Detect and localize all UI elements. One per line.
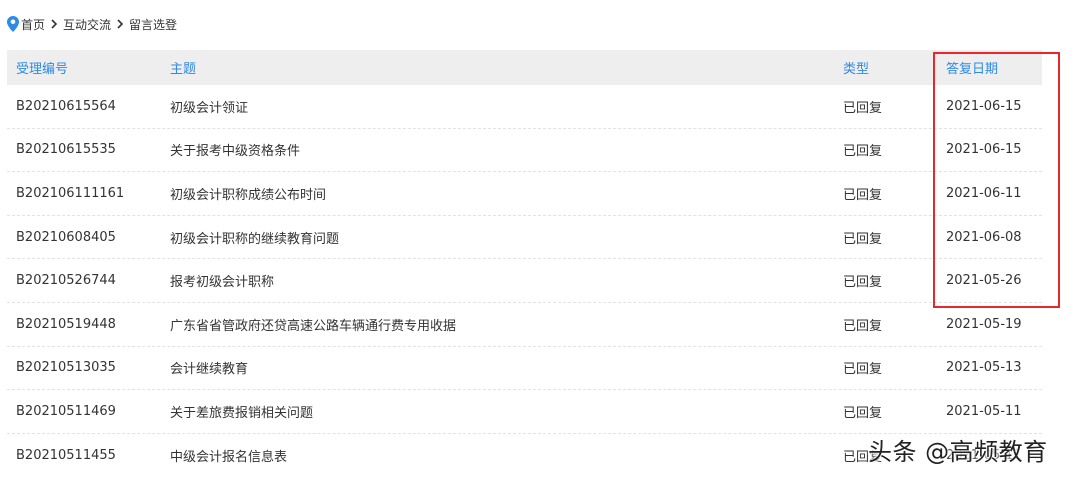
row-type: 已回复 xyxy=(843,362,883,378)
row-subject-link[interactable]: 初级会计领证 xyxy=(170,97,248,116)
row-subject-link[interactable]: 初级会计职称成绩公布时间 xyxy=(170,184,326,203)
chevron-right-icon xyxy=(49,19,59,29)
table-row: B20210615564 初级会计领证 已回复 2021-06-15 xyxy=(7,85,1042,129)
row-type: 已回复 xyxy=(843,405,883,421)
row-type: 已回复 xyxy=(843,275,883,291)
row-date: 2021-06-15 xyxy=(946,98,1022,114)
table-header: 受理编号 主题 类型 答复日期 xyxy=(7,50,1042,85)
row-date: 2021-06-11 xyxy=(946,185,1022,201)
breadcrumb-home-link[interactable]: 首页 xyxy=(21,16,45,33)
row-id: B20210608405 xyxy=(16,229,116,245)
row-id: B202106111161 xyxy=(16,185,125,201)
table-row: B20210511469 关于差旅费报销相关问题 已回复 2021-05-11 xyxy=(7,390,1042,434)
row-subject-link[interactable]: 报考初级会计职称 xyxy=(170,271,274,290)
row-date: 2021-05-26 xyxy=(946,273,1022,289)
row-subject-link[interactable]: 关于报考中级资格条件 xyxy=(170,140,300,159)
row-date: 2021-05-19 xyxy=(946,316,1022,332)
table-row: B202106111161 初级会计职称成绩公布时间 已回复 2021-06-1… xyxy=(7,172,1042,216)
row-id: B20210511455 xyxy=(16,448,116,464)
table-row: B20210526744 报考初级会计职称 已回复 2021-05-26 xyxy=(7,259,1042,303)
breadcrumb-current: 留言选登 xyxy=(129,17,178,32)
row-date: 2021-06-15 xyxy=(946,142,1022,158)
table-row: B20210615535 关于报考中级资格条件 已回复 2021-06-15 xyxy=(7,129,1042,173)
row-subject-link[interactable]: 会计继续教育 xyxy=(170,358,248,377)
row-id: B20210526744 xyxy=(16,273,116,289)
header-id: 受理编号 xyxy=(16,62,69,77)
chevron-right-icon xyxy=(115,19,125,29)
row-date: 2021-05-11 xyxy=(946,403,1022,419)
row-id: B20210615535 xyxy=(16,142,116,158)
location-pin-icon xyxy=(7,16,19,32)
table-row: B20210513035 会计继续教育 已回复 2021-05-13 xyxy=(7,347,1042,391)
header-subject: 主题 xyxy=(170,62,197,77)
row-type: 已回复 xyxy=(843,144,883,160)
row-type: 已回复 xyxy=(843,187,883,203)
row-subject-link[interactable]: 中级会计报名信息表 xyxy=(170,446,287,465)
row-type: 已回复 xyxy=(843,231,883,247)
breadcrumb: 首页 互动交流 留言选登 xyxy=(7,14,177,34)
row-date: 2021-05-13 xyxy=(946,360,1022,376)
row-type: 已回复 xyxy=(843,318,883,334)
messages-table: 受理编号 主题 类型 答复日期 B20210615564 初级会计领证 已回复 … xyxy=(7,50,1042,477)
row-subject-link[interactable]: 广东省省管政府还贷高速公路车辆通行费专用收据 xyxy=(170,315,456,334)
row-id: B20210511469 xyxy=(16,403,116,419)
breadcrumb-interaction-link[interactable]: 互动交流 xyxy=(63,16,111,33)
table-row: B20210608405 初级会计职称的继续教育问题 已回复 2021-06-0… xyxy=(7,216,1042,260)
watermark: 头条 @高频教育 xyxy=(868,438,1048,466)
row-date: 2021-06-08 xyxy=(946,229,1022,245)
row-subject-link[interactable]: 初级会计职称的继续教育问题 xyxy=(170,228,339,247)
row-type: 已回复 xyxy=(843,100,883,116)
row-subject-link[interactable]: 关于差旅费报销相关问题 xyxy=(170,402,313,421)
header-date: 答复日期 xyxy=(946,62,999,77)
table-row: B20210519448 广东省省管政府还贷高速公路车辆通行费专用收据 已回复 … xyxy=(7,303,1042,347)
header-type: 类型 xyxy=(843,62,870,77)
row-id: B20210513035 xyxy=(16,360,116,376)
row-id: B20210615564 xyxy=(16,98,116,114)
row-id: B20210519448 xyxy=(16,316,116,332)
